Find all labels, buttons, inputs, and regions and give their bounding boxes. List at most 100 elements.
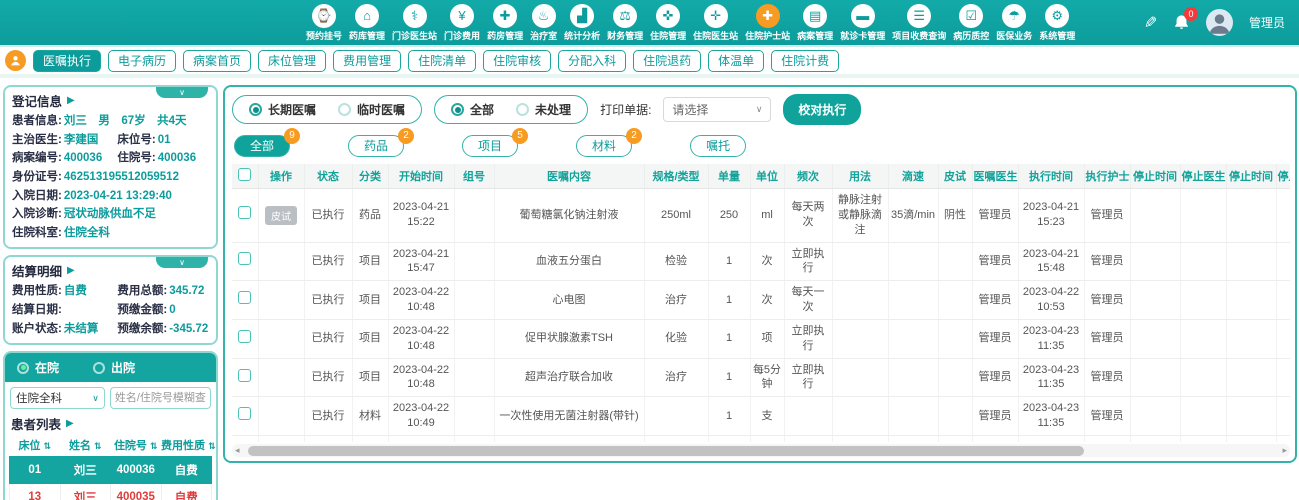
column-header: 规格/类型 [644, 164, 709, 189]
nav-item-system[interactable]: ⚙ 系统管理 [1039, 3, 1075, 42]
tab-assign-dept[interactable]: 分配入科 [558, 49, 627, 72]
field-label: 住院科室: [12, 226, 62, 239]
tab-order-execution[interactable]: 医嘱执行 [33, 49, 102, 72]
tab-inpatient-list[interactable]: 住院清单 [408, 49, 477, 72]
radio-icon [93, 361, 106, 374]
user-name: 管理员 [1248, 16, 1285, 30]
order-row[interactable]: 皮试 已执行 药品 2023-04-21 15:22 葡萄糖氯化钠注射液 250ml 250… [232, 188, 1290, 243]
order-row[interactable]: 已执行 材料 2023-04-22 10:49 一次性使用无菌注射器(带针) 1 支管理员… [232, 396, 1290, 436]
nav-item-visit-card[interactable]: ▬ 就诊卡管理 [840, 3, 885, 42]
body: ∨ 登记信息 ▶ 患者信息: 刘三 男 67岁 共4天 主治医生: 李建国 床位号: 0… [0, 78, 1299, 500]
tab-emr[interactable]: 电子病历 [108, 49, 177, 72]
select-all-checkbox[interactable] [238, 168, 252, 181]
scales-icon: ⚖ [619, 8, 631, 23]
nav-item-treatment-room[interactable]: ♨ 治疗室 [530, 3, 557, 42]
scroll-left-icon[interactable]: ◂ [235, 445, 240, 456]
column-header: 停止护士 [1276, 164, 1290, 189]
field-value: 李建国 [63, 133, 99, 146]
scroll-right-icon[interactable]: ▸ [1282, 445, 1287, 456]
settlement-panel: ∨ 结算明细 ▶ 费用性质: 自费 费用总额: 345.72 结算日期: 预缴金额: 0… [3, 255, 218, 346]
tab-drug-return[interactable]: 住院退药 [633, 49, 702, 72]
notifications-button[interactable]: 0 [1173, 7, 1198, 31]
verify-execute-button[interactable]: 校对执行 [783, 94, 862, 125]
patient-column-header[interactable]: 费用性质 ⇅ [161, 434, 216, 457]
nav-item-appointment[interactable]: ⌚ 预约挂号 [306, 3, 342, 42]
scrollbar-thumb[interactable] [248, 445, 1084, 456]
order-row[interactable]: 已执行 项目 2023-04-22 10:48 超声治疗联合加收 治疗 1 每5分钟 立即执行… [232, 358, 1290, 398]
column-header: 滴速 [888, 164, 939, 189]
nav-item-inpatient-doctor[interactable]: ✛ 住院医生站 [693, 3, 738, 42]
column-header: 状态 [304, 164, 353, 189]
tab-record-homepage[interactable]: 病案首页 [183, 49, 252, 72]
row-checkbox[interactable] [238, 407, 252, 421]
temporary-order-radio[interactable]: 临时医嘱 [338, 101, 405, 118]
tab-inpatient-audit[interactable]: 住院审核 [483, 49, 552, 72]
filter-project[interactable]: 项目 5 [462, 128, 529, 157]
nurse-station-icon [5, 50, 26, 71]
row-checkbox[interactable] [238, 206, 252, 220]
tab-bed-mgmt[interactable]: 床位管理 [258, 49, 327, 72]
filter-material[interactable]: 材料 2 [576, 128, 643, 157]
in-hospital-radio[interactable]: 在院 [17, 359, 59, 376]
filter-all[interactable]: 全部 9 [234, 128, 301, 157]
column-header: 医嘱医生 [972, 164, 1019, 189]
skin-test-button[interactable]: 皮试 [265, 205, 297, 225]
all-status-radio[interactable]: 全部 [451, 101, 494, 118]
settlement-title: 结算明细 [12, 265, 63, 280]
row-checkbox[interactable] [238, 329, 252, 343]
order-row[interactable]: 已执行 项目 2023-04-21 15:47 血液五分蛋白 检验 1 次立即执行 管理员 20… [232, 242, 1290, 282]
nav-item-inpatient-mgmt[interactable]: ✜ 住院管理 [650, 3, 686, 42]
radio-icon [451, 103, 465, 116]
count-badge: 5 [512, 128, 529, 144]
orders-scrollbar[interactable]: ◂ ▸ [232, 444, 1290, 457]
nav-item-fee-query[interactable]: ☰ 项目收费查询 [892, 3, 946, 42]
column-header: 执行时间 [1018, 164, 1085, 189]
row-checkbox[interactable] [238, 291, 252, 305]
tab-inpatient-billing[interactable]: 住院计费 [771, 49, 840, 72]
patient-row[interactable]: 13 刘三 400035 自费 [9, 483, 212, 500]
doctor-icon: ⚕ [411, 8, 419, 23]
patient-column-header[interactable]: 住院号 ⇅ [111, 434, 162, 457]
patient-column-header[interactable]: 床位 ⇅ [10, 434, 61, 457]
long-term-order-radio[interactable]: 长期医嘱 [249, 101, 316, 118]
collapse-chevron-icon[interactable]: ∨ [156, 87, 208, 98]
sort-icon: ⇅ [150, 441, 158, 452]
nav-item-drug-storehouse[interactable]: ⌂ 药库管理 [349, 3, 385, 42]
list-search-icon: ☰ [913, 8, 926, 23]
nav-item-statistics[interactable]: ▟ 统计分析 [564, 3, 600, 42]
radio-icon [249, 103, 262, 116]
nav-item-medical-records[interactable]: ▤ 病案管理 [797, 3, 833, 42]
patient-search-input[interactable] [109, 387, 211, 410]
tab-fee-mgmt[interactable]: 费用管理 [333, 49, 402, 72]
print-receipt-select[interactable]: 请选择 ∨ [663, 97, 772, 122]
field-label: 身份证号: [12, 170, 62, 183]
discharged-radio[interactable]: 出院 [93, 359, 135, 376]
filter-drug[interactable]: 药品 2 [348, 128, 415, 157]
department-select[interactable]: 住院全科 ∨ [10, 387, 105, 410]
collapse-chevron-icon[interactable]: ∨ [156, 257, 208, 269]
count-badge: 2 [398, 128, 415, 144]
field-label: 预缴余额: [117, 322, 168, 335]
chevron-down-icon: ∨ [92, 392, 99, 403]
patient-column-header[interactable]: 姓名 ⇅ [60, 434, 111, 457]
column-header: 皮试 [938, 164, 973, 189]
row-checkbox[interactable] [238, 368, 252, 382]
avatar[interactable] [1205, 9, 1233, 36]
row-checkbox[interactable] [238, 252, 252, 266]
nav-item-inpatient-nurse[interactable]: ✚ 住院护士站 [745, 3, 790, 42]
patient-row[interactable]: 01 刘三 400036 自费 [9, 456, 212, 485]
nav-item-pharmacy[interactable]: ✚ 药房管理 [487, 3, 523, 42]
edit-pencil-icon[interactable]: ✎ [1144, 13, 1157, 33]
unprocessed-radio[interactable]: 未处理 [516, 101, 571, 118]
nav-item-record-qc[interactable]: ☑ 病历质控 [953, 3, 989, 42]
tab-temperature-sheet[interactable]: 体温单 [708, 49, 765, 72]
order-row[interactable]: 已执行材料2023-04-22 10:51一次性使用无菌注射器(带针)1支管理员… [232, 435, 1290, 442]
nav-item-outpatient-fee[interactable]: ¥ 门诊费用 [444, 3, 480, 42]
sort-icon: ⇅ [94, 441, 102, 452]
nav-item-outpatient-doctor[interactable]: ⚕ 门诊医生站 [392, 3, 437, 42]
order-row[interactable]: 已执行 项目 2023-04-22 10:48 心电图 治疗 1 次每天一次 管理员 2023-… [232, 280, 1290, 320]
filter-entrust[interactable]: 嘱托 [690, 135, 747, 157]
nav-item-insurance[interactable]: ☂ 医保业务 [996, 3, 1032, 42]
nav-item-finance[interactable]: ⚖ 财务管理 [607, 3, 643, 42]
order-row[interactable]: 已执行 项目 2023-04-22 10:48 促甲状腺激素TSH 化验 1 项立即执行 管理… [232, 319, 1290, 359]
